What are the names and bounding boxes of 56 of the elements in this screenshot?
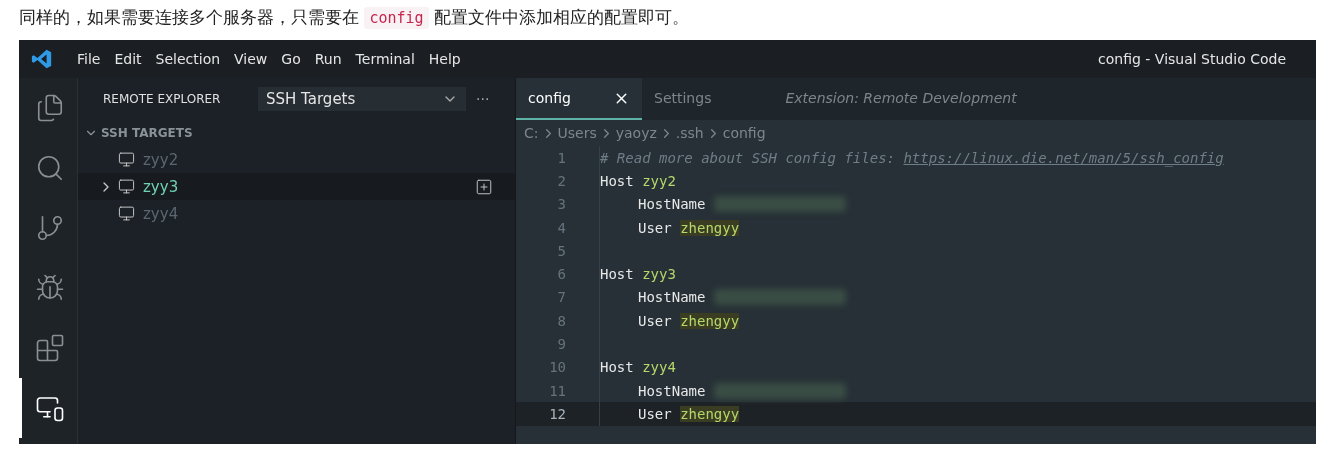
- breadcrumb-item[interactable]: .ssh: [675, 125, 704, 141]
- window-title: config - Visual Studio Code: [1098, 51, 1286, 67]
- menu-item[interactable]: Run: [307, 51, 349, 67]
- line-number: 10: [548, 359, 566, 376]
- code-token: zhengyy: [680, 312, 740, 329]
- code-token: zhengyy: [680, 405, 740, 422]
- line-number: 11: [548, 382, 566, 399]
- line-number: 8: [556, 312, 566, 329]
- breadcrumb-item[interactable]: Users: [557, 125, 597, 141]
- editor-tab[interactable]: config: [516, 78, 642, 120]
- menu-item[interactable]: File: [70, 51, 108, 67]
- vscode-logo-icon: [31, 48, 53, 70]
- monitor-icon: [118, 178, 135, 195]
- monitor-icon: [118, 151, 135, 168]
- breadcrumb-item[interactable]: C:: [524, 125, 539, 141]
- menu-item[interactable]: View: [227, 51, 275, 67]
- code-token: zyy2: [642, 172, 676, 189]
- line-number: 3: [556, 196, 566, 213]
- section-header[interactable]: SSH TARGETS: [78, 120, 515, 146]
- intro-paragraph: 同样的，如果需要连接多个服务器，只需要在 config 配置文件中添加相应的配置即可。: [18, 6, 690, 31]
- code-token: Host: [600, 359, 635, 376]
- menu-item[interactable]: Selection: [148, 51, 228, 67]
- code-token: zhengyy: [680, 219, 740, 236]
- line-number: 9: [556, 336, 566, 352]
- code-token: User: [638, 312, 673, 329]
- menu-item[interactable]: Help: [421, 51, 468, 67]
- code-token: HostName: [638, 382, 707, 399]
- editor-tab[interactable]: Extension: Remote Development: [773, 78, 1029, 120]
- code-token: User: [638, 219, 673, 236]
- line-number: 4: [556, 219, 566, 236]
- line-number: 7: [556, 289, 566, 306]
- code-token: User: [638, 405, 673, 422]
- new-window-icon[interactable]: [475, 177, 493, 196]
- code-token: Host: [600, 172, 635, 189]
- code-token: zyy3: [642, 266, 676, 283]
- line-number: 12: [548, 405, 566, 422]
- line-number: 6: [556, 266, 566, 283]
- line-number: 5: [556, 242, 566, 259]
- code-token: # Read more about SSH config files:: [600, 149, 896, 166]
- menu-item[interactable]: Terminal: [348, 51, 422, 67]
- breadcrumb-item[interactable]: yaoyz: [615, 125, 657, 141]
- ssh-target-item[interactable]: zyy3: [78, 173, 515, 200]
- monitor-icon: [118, 205, 135, 222]
- targets-dropdown[interactable]: SSH Targets: [258, 87, 466, 111]
- code-token: Host: [600, 266, 635, 283]
- editor-tab[interactable]: Settings: [642, 78, 724, 120]
- line-number: 1: [556, 149, 566, 166]
- code-token: zyy4: [642, 359, 676, 376]
- more-actions-button[interactable]: ···: [476, 91, 490, 107]
- line-number: 2: [556, 172, 566, 189]
- menu-item[interactable]: Go: [274, 51, 308, 67]
- menu-item[interactable]: Edit: [107, 51, 149, 67]
- code-token: HostName: [638, 289, 707, 306]
- sidebar-title: REMOTE EXPLORER: [103, 92, 222, 106]
- code-token: HostName: [638, 196, 707, 213]
- breadcrumb-item[interactable]: config: [722, 125, 766, 141]
